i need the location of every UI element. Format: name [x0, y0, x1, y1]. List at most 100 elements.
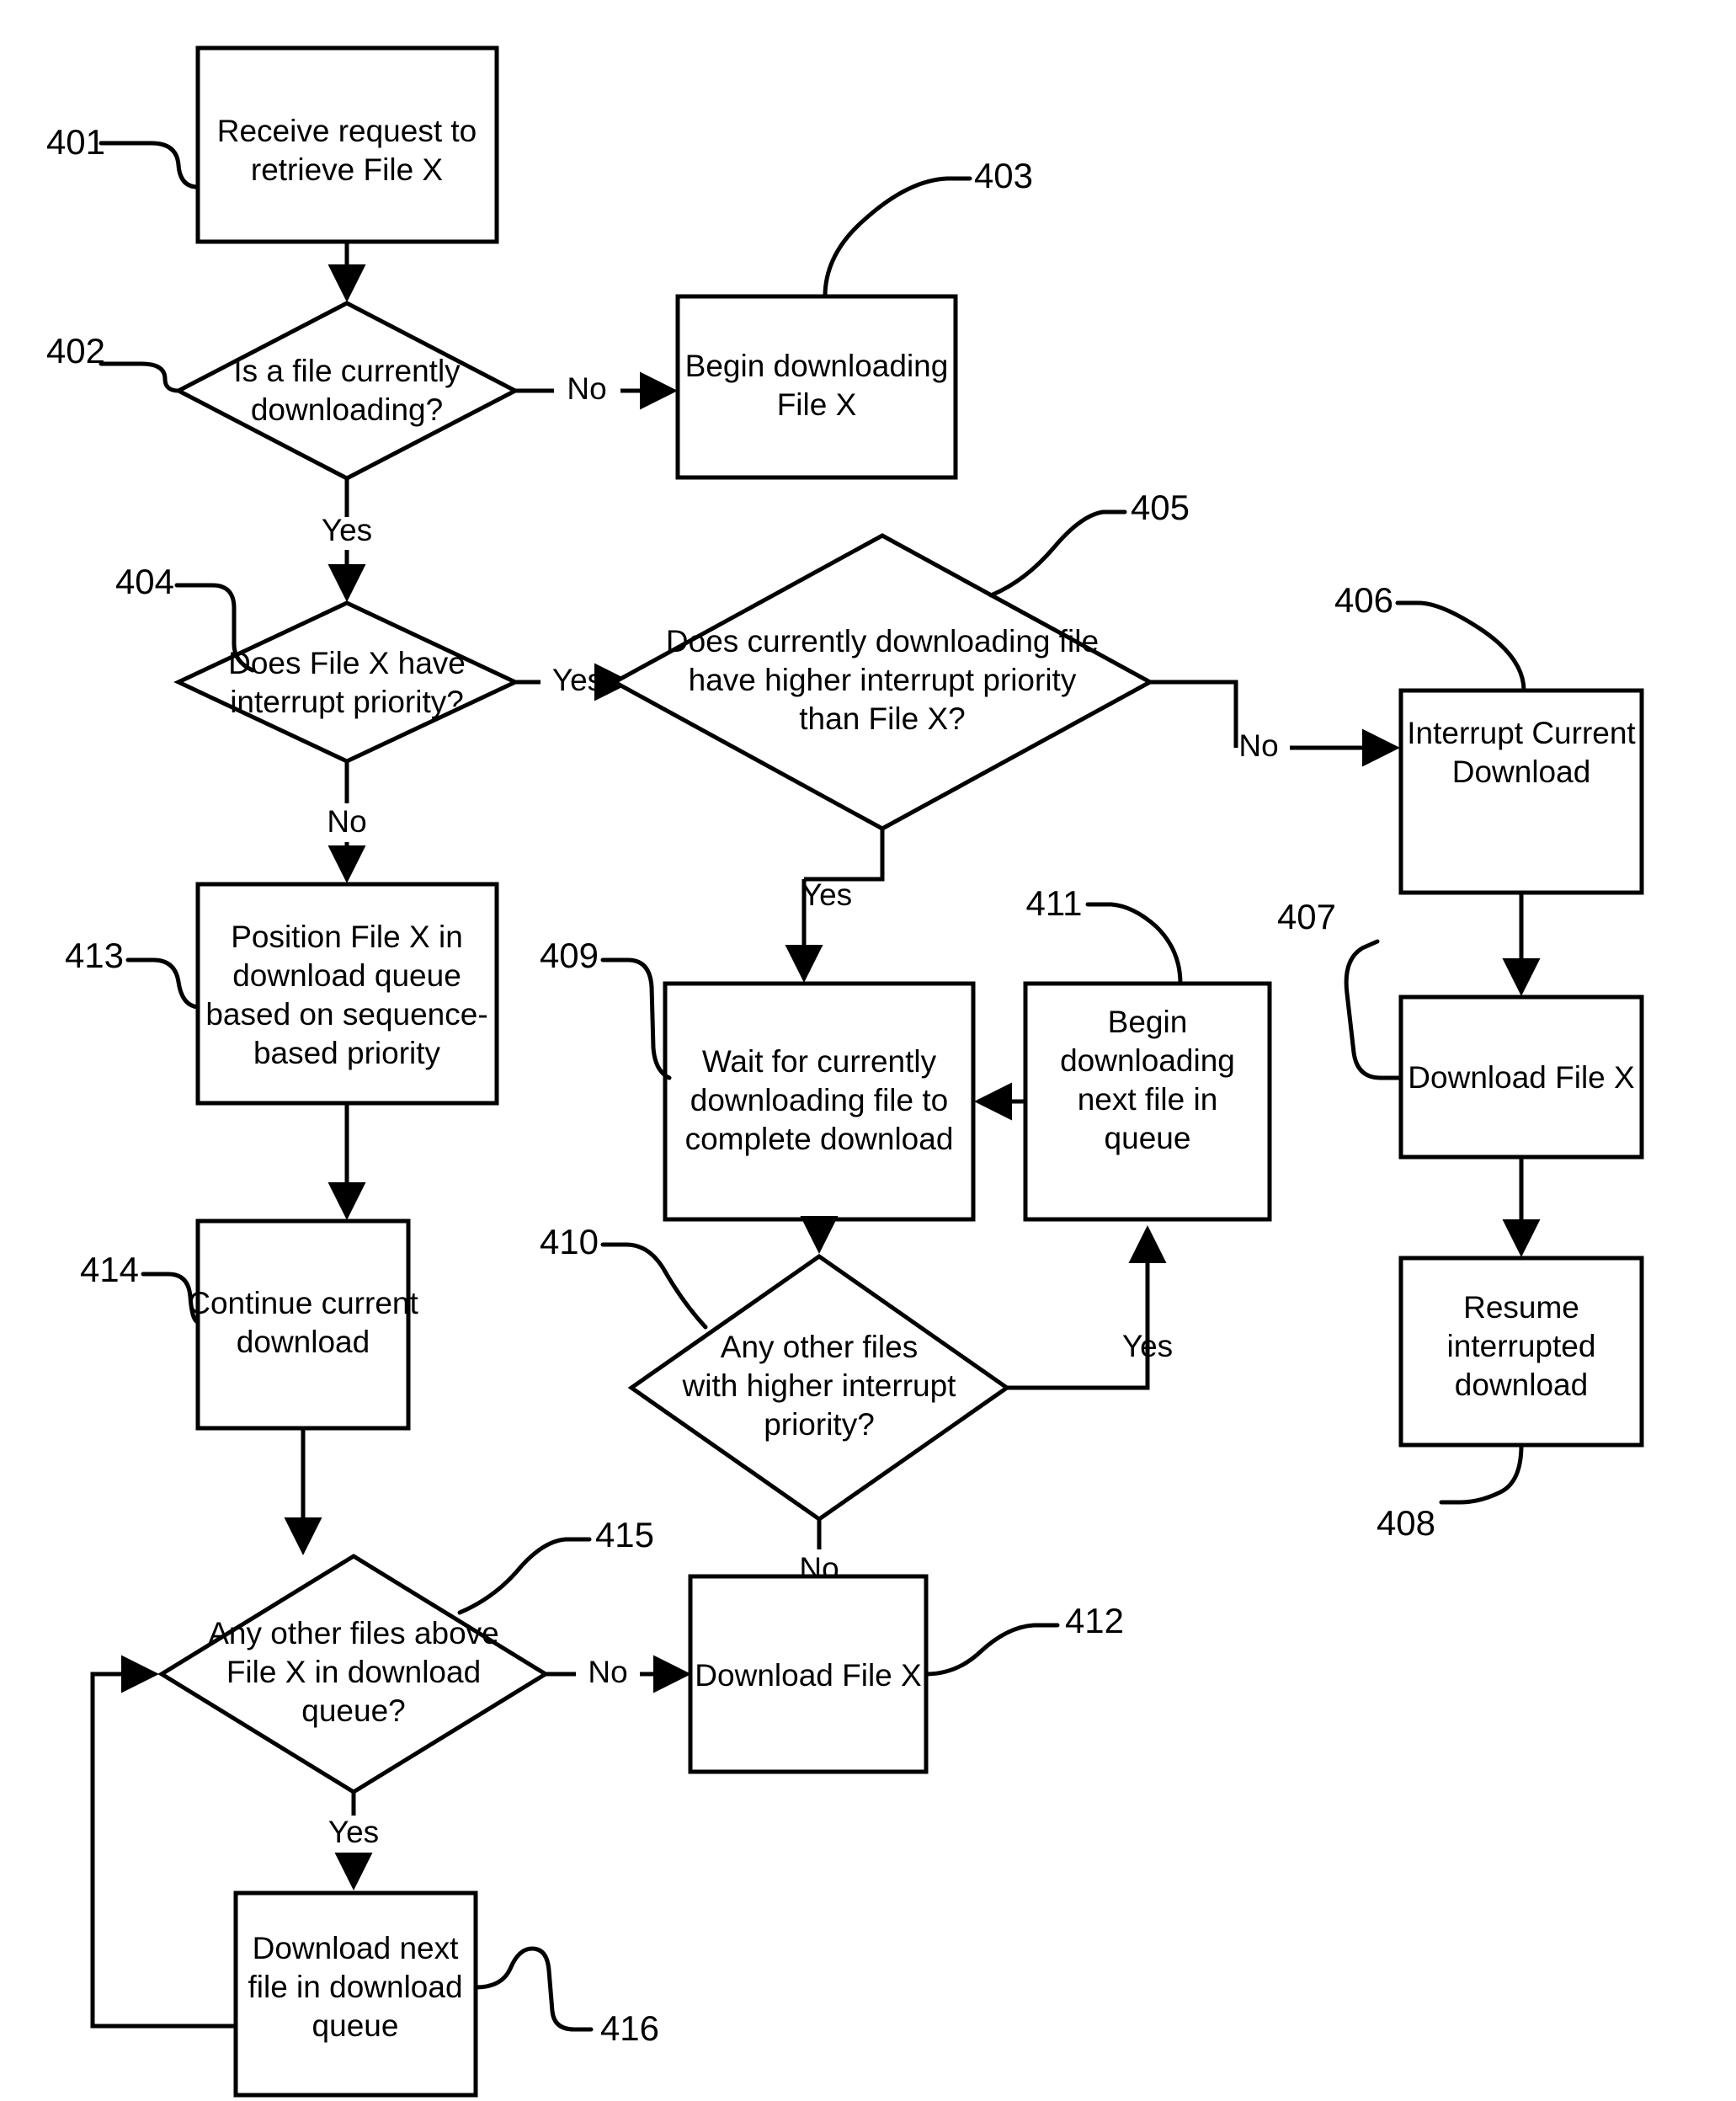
leader-408: [1439, 1442, 1524, 1505]
edge-label-415-yes: Yes: [328, 1815, 379, 1849]
ref-num-403: 403: [974, 156, 1033, 195]
ref-num-401: 401: [46, 122, 105, 162]
node-407: Download File X: [1398, 995, 1644, 1160]
edge-label-402-yes: Yes: [322, 513, 372, 547]
leader-413: [125, 957, 200, 1010]
leader-405: [988, 509, 1127, 598]
edge-label-415-no: No: [588, 1655, 627, 1689]
edge-416-415-loopback: [90, 1655, 236, 2029]
node-404-diamond: [173, 600, 520, 764]
node-406-line-1: Download: [1452, 755, 1591, 789]
node-416-line-0: Download next: [253, 1931, 459, 1965]
node-415-line-2: queue?: [301, 1693, 405, 1728]
ref-num-402: 402: [46, 331, 105, 371]
edge-405-406-a: [1150, 680, 1238, 748]
ref-num-405: 405: [1131, 488, 1190, 527]
node-410: Any other files with higher interrupt pr…: [627, 1253, 1011, 1522]
edge-label-410-yes: Yes: [1122, 1329, 1173, 1363]
node-408: Resume interrupted download: [1398, 1256, 1644, 1448]
edge-label-404-no: No: [327, 804, 366, 839]
node-411-line-0: Begin: [1108, 1005, 1188, 1039]
ref-num-410: 410: [540, 1222, 599, 1261]
node-411: Begin downloading next file in queue: [1023, 981, 1272, 1222]
ref-num-407: 407: [1277, 897, 1336, 936]
ref-num-406: 406: [1334, 580, 1393, 620]
node-411-line-1: downloading: [1060, 1043, 1235, 1078]
ref-num-408: 408: [1377, 1503, 1435, 1543]
node-416-line-2: queue: [312, 2008, 399, 2043]
node-413-line-0: Position File X in: [231, 920, 463, 954]
node-401-line-1: retrieve File X: [251, 152, 443, 187]
node-416-line-1: file in download: [248, 1970, 462, 2004]
leader-412: [924, 1623, 1060, 1677]
node-413: Position File X in download queue based …: [195, 882, 499, 1106]
edge-410-411: [1007, 1224, 1167, 1390]
node-415: Any other files above File X in download…: [157, 1554, 550, 1794]
leader-403: [823, 176, 972, 299]
leader-410: [600, 1242, 708, 1330]
node-414-line-0: Continue current: [188, 1286, 418, 1320]
leader-409: [600, 957, 672, 1080]
node-405: Does currently downloading file have hig…: [610, 533, 1155, 831]
ref-num-409: 409: [540, 936, 599, 975]
leader-411: [1085, 902, 1183, 986]
node-413-line-2: based on sequence-: [205, 997, 487, 1032]
edge-label-402-no: No: [567, 371, 606, 406]
edge-label-404-yes: Yes: [552, 663, 603, 697]
node-411-line-2: next file in: [1078, 1082, 1218, 1117]
leader-416: [473, 1946, 594, 2032]
edge-label-405-no: No: [1238, 728, 1278, 763]
ref-num-413: 413: [65, 936, 124, 975]
node-409-line-1: downloading file to: [690, 1083, 949, 1117]
node-402-line-0: Is a file currently: [233, 354, 461, 388]
node-403: Begin downloading File X: [675, 294, 958, 480]
node-404: Does File X have interrupt priority?: [173, 600, 520, 764]
ref-num-412: 412: [1065, 1601, 1124, 1640]
node-414-line-1: download: [237, 1325, 370, 1359]
node-409: Wait for currently downloading file to c…: [663, 981, 976, 1222]
leader-402: [99, 361, 181, 393]
node-403-line-0: Begin downloading: [685, 349, 949, 383]
node-416: Download next file in download queue: [233, 1890, 478, 2098]
node-404-line-0: Does File X have: [228, 646, 466, 680]
node-406-line-0: Interrupt Current: [1407, 716, 1636, 750]
node-410-line-1: with higher interrupt: [682, 1368, 957, 1403]
node-401: Receive request to retrieve File X: [195, 45, 499, 244]
node-413-line-1: download queue: [232, 958, 461, 993]
node-402-diamond: [173, 301, 520, 481]
ref-num-404: 404: [115, 562, 174, 601]
flowchart-canvas: Receive request to retrieve File X 401 I…: [46, 45, 1644, 2098]
node-411-line-3: queue: [1105, 1121, 1191, 1155]
node-402: Is a file currently downloading?: [173, 301, 520, 481]
node-409-line-2: complete download: [685, 1122, 954, 1156]
node-415-line-0: Any other files above: [208, 1616, 499, 1650]
node-409-line-0: Wait for currently: [702, 1044, 937, 1079]
leader-406: [1395, 600, 1526, 693]
ref-num-411: 411: [1026, 883, 1083, 923]
node-405-line-1: have higher interrupt priority: [689, 663, 1077, 697]
node-405-line-2: than File X?: [799, 701, 965, 736]
node-408-line-0: Resume: [1463, 1290, 1579, 1325]
node-410-line-2: priority?: [764, 1407, 875, 1442]
node-412-line-0: Download File X: [695, 1658, 921, 1693]
edge-label-405-yes: Yes: [801, 877, 852, 912]
node-413-box: [195, 882, 499, 1106]
node-408-line-2: download: [1455, 1368, 1588, 1402]
node-405-line-0: Does currently downloading file: [666, 624, 1099, 659]
node-401-line-0: Receive request to: [217, 114, 477, 148]
ref-num-416: 416: [600, 2008, 659, 2048]
node-414: Continue current download: [188, 1218, 418, 1431]
leader-407: [1344, 939, 1403, 1080]
ref-num-415: 415: [595, 1515, 654, 1554]
node-408-line-1: interrupted: [1447, 1329, 1596, 1363]
node-415-line-1: File X in download: [226, 1655, 481, 1689]
flowchart-page: Receive request to retrieve File X 401 I…: [0, 0, 1736, 2101]
node-412: Download File X: [688, 1574, 929, 1774]
node-402-line-1: downloading?: [251, 392, 443, 427]
edge-405-409-a: [804, 829, 885, 882]
node-403-line-1: File X: [777, 387, 857, 422]
node-407-line-0: Download File X: [1408, 1060, 1634, 1095]
ref-num-414: 414: [80, 1250, 139, 1289]
node-410-line-0: Any other files: [721, 1330, 918, 1364]
node-413-line-3: based priority: [253, 1036, 441, 1070]
